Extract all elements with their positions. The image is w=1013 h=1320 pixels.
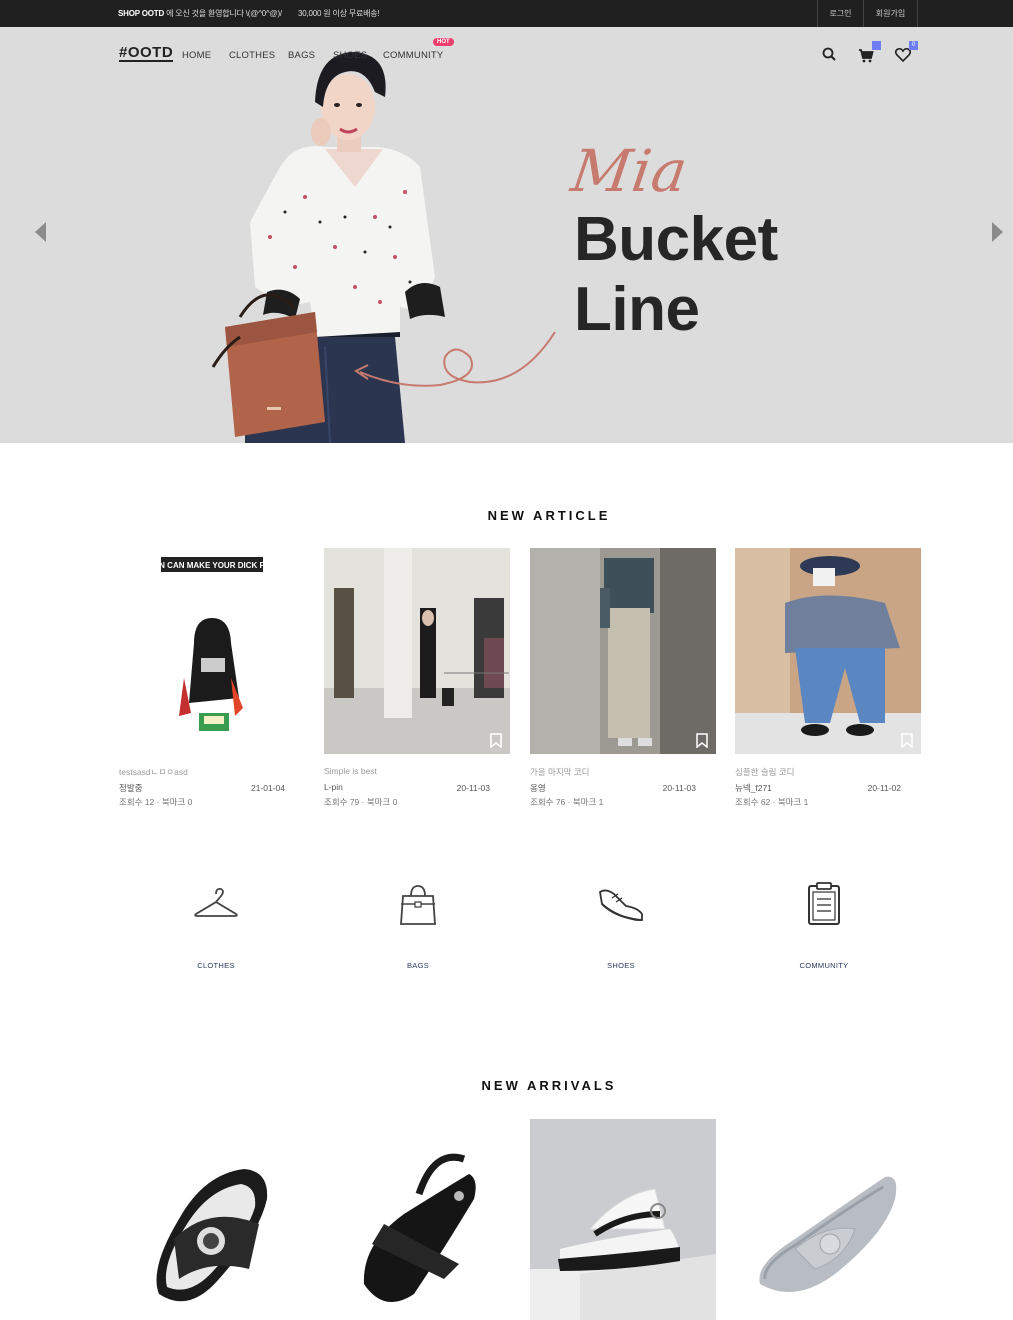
welcome-text: 에 오신 것을 환영합니다 \(@^0^@)/	[166, 9, 282, 18]
article-card[interactable]: 가을 마지막 코디 옹영 20-11-03 조회수 76 · 북마크 1	[530, 548, 716, 807]
article-title[interactable]: 가을 마지막 코디	[530, 766, 589, 778]
bookmark-icon[interactable]	[696, 733, 708, 748]
search-icon[interactable]	[821, 46, 839, 64]
category-shoes[interactable]: SHOES	[571, 880, 671, 970]
category-label: COMMUNITY	[799, 961, 849, 970]
nav-clothes[interactable]: CLOTHES	[229, 50, 275, 61]
product-image-loafer	[759, 1176, 897, 1292]
article-date: 20-11-03	[456, 783, 490, 793]
nav-shoes[interactable]: SHOES	[333, 50, 367, 61]
category-clothes[interactable]: CLOTHES	[166, 880, 266, 970]
article-thumbnail[interactable]	[324, 548, 510, 754]
article-thumbnail[interactable]: GLUTEN CAN MAKE YOUR DICK FLY OFF	[119, 548, 305, 754]
new-article-title: NEW ARTICLE	[487, 508, 611, 523]
slider-next-button[interactable]	[992, 222, 1003, 242]
nav-bags[interactable]: BAGS	[288, 50, 315, 61]
hero-title-line1: Bucket	[574, 205, 778, 274]
article-card[interactable]: GLUTEN CAN MAKE YOUR DICK FLY OFF testsa…	[119, 548, 305, 807]
brand-name: SHOP OOTD	[118, 9, 165, 18]
product-card[interactable]	[119, 1119, 305, 1320]
article-title[interactable]: testsasdㄴㅁㅇasd	[119, 766, 188, 778]
hot-badge: HOT	[433, 38, 454, 46]
welcome-message: SHOP OOTD 에 오신 것을 환영합니다 \(@^0^@)/ 30,000…	[118, 8, 380, 19]
cart-count-badge	[872, 41, 881, 50]
hero-script-title: Mia	[567, 137, 693, 205]
nav-home[interactable]: HOME	[182, 50, 211, 61]
new-arrivals-title: NEW ARRIVALS	[481, 1078, 617, 1093]
top-bar: SHOP OOTD 에 오신 것을 환영합니다 \(@^0^@)/ 30,000…	[0, 0, 1013, 27]
article-stats: 조회수 62 · 북마크 1	[735, 797, 809, 807]
article-title[interactable]: 심플한 슬림 코디	[735, 766, 794, 778]
bookmark-icon[interactable]	[901, 733, 913, 748]
product-image-sandal-white	[156, 1169, 268, 1302]
article-image	[735, 548, 921, 754]
bag-icon	[400, 885, 436, 925]
clipboard-icon	[808, 882, 840, 925]
article-author: L-pin	[324, 782, 343, 792]
hanger-icon	[194, 887, 238, 917]
article-thumbnail[interactable]	[735, 548, 921, 754]
article-author: 정발중	[119, 783, 143, 793]
article-author: 옹영	[530, 783, 546, 793]
article-date: 20-11-02	[867, 783, 901, 793]
article-stats: 조회수 79 · 북마크 0	[324, 797, 398, 807]
hero-title-line2: Line	[574, 275, 700, 344]
product-card[interactable]	[324, 1119, 510, 1320]
article-image	[530, 548, 716, 754]
login-link[interactable]: 로그인	[817, 0, 863, 27]
article-stats: 조회수 76 · 북마크 1	[530, 797, 604, 807]
category-label: SHOES	[607, 961, 635, 970]
shipping-notice: 30,000 원 이상 무료배송!	[298, 9, 380, 18]
article-thumbnail[interactable]	[530, 548, 716, 754]
nav-community[interactable]: COMMUNITY	[383, 50, 443, 61]
meme-caption: GLUTEN CAN MAKE YOUR DICK FLY OFF	[132, 561, 292, 570]
product-card[interactable]	[735, 1119, 921, 1320]
category-label: CLOTHES	[197, 961, 235, 970]
main-nav: #OOTD HOME CLOTHES BAGS SHOES COMMUNITY …	[0, 27, 1013, 83]
wishlist-count-badge: 0	[909, 41, 918, 50]
decorative-swirl-arrow	[354, 331, 556, 387]
article-date: 21-01-04	[250, 783, 285, 793]
article-card[interactable]: 심플한 슬림 코디 뉴넥_f271 20-11-02 조회수 62 · 북마크 …	[735, 548, 921, 807]
product-image-sandal-platform	[530, 1119, 716, 1320]
article-date: 20-11-03	[662, 783, 696, 793]
article-image	[324, 548, 510, 754]
bookmark-icon[interactable]	[490, 733, 502, 748]
category-label: BAGS	[406, 961, 430, 970]
category-community[interactable]: COMMUNITY	[774, 880, 874, 970]
article-stats: 조회수 12 · 북마크 0	[119, 797, 193, 807]
sneaker-icon	[599, 889, 643, 921]
hero-banner: #OOTD HOME CLOTHES BAGS SHOES COMMUNITY …	[0, 27, 1013, 443]
join-link[interactable]: 회원가입	[863, 0, 918, 27]
article-author: 뉴넥_f271	[735, 783, 772, 793]
article-title[interactable]: Simple is best	[324, 766, 377, 776]
site-logo[interactable]: #OOTD	[119, 45, 174, 62]
product-card[interactable]	[530, 1119, 716, 1320]
article-card[interactable]: Simple is best L-pin 20-11-03 조회수 79 · 북…	[324, 548, 510, 807]
article-image: GLUTEN CAN MAKE YOUR DICK FLY OFF	[132, 557, 292, 731]
product-image-sandal-black	[363, 1153, 476, 1302]
category-bags[interactable]: BAGS	[368, 880, 468, 970]
slider-prev-button[interactable]	[35, 222, 46, 242]
